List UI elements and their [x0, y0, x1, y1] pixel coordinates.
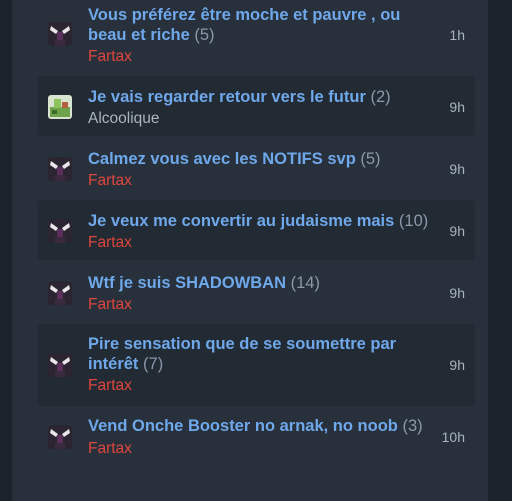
- user-avatar-icon: [48, 219, 72, 243]
- topic-title[interactable]: Je veux me convertir au judaisme mais (1…: [88, 211, 433, 231]
- user-avatar-icon: [48, 353, 72, 377]
- topic-time: 9h: [449, 285, 465, 301]
- user-avatar-icon: [48, 95, 72, 119]
- topic-time: 10h: [441, 429, 465, 445]
- avatar[interactable]: [48, 22, 72, 46]
- topic-row[interactable]: Pire sensation que de se soumettre par i…: [38, 324, 475, 406]
- avatar[interactable]: [48, 353, 72, 377]
- avatar[interactable]: [48, 281, 72, 305]
- user-avatar-icon: [48, 281, 72, 305]
- topic-title[interactable]: Calmez vous avec les NOTIFS svp (5): [88, 149, 433, 169]
- topic-author[interactable]: Fartax: [88, 172, 132, 190]
- topic-title[interactable]: Je vais regarder retour vers le futur (2…: [88, 87, 433, 107]
- topic-row[interactable]: Calmez vous avec les NOTIFS svp (5) Fart…: [38, 138, 475, 198]
- reply-count: (3): [402, 417, 423, 435]
- topic-time: 1h: [449, 27, 465, 43]
- topic-author[interactable]: Alcoolique: [88, 110, 160, 128]
- topic-author[interactable]: Fartax: [88, 48, 132, 66]
- topic-author[interactable]: Fartax: [88, 296, 132, 314]
- topic-author[interactable]: Fartax: [88, 234, 132, 252]
- topic-time: 9h: [449, 357, 465, 373]
- avatar[interactable]: [48, 95, 72, 119]
- reply-count: (5): [194, 26, 215, 44]
- avatar[interactable]: [48, 219, 72, 243]
- topic-row[interactable]: Vend Onche Booster no arnak, no noob (3)…: [38, 406, 475, 470]
- reply-count: (10): [398, 212, 429, 230]
- user-avatar-icon: [48, 22, 72, 46]
- reply-count: (7): [143, 355, 164, 373]
- topic-time: 9h: [449, 161, 465, 177]
- reply-count: (5): [360, 150, 381, 168]
- topic-row[interactable]: Wtf je suis SHADOWBAN (14) Fartax 9h: [38, 262, 475, 322]
- topic-row[interactable]: Je vais regarder retour vers le futur (2…: [38, 76, 475, 136]
- user-avatar-icon: [48, 425, 72, 449]
- topics-panel: Vous préférez être moche et pauvre , ou …: [12, 0, 488, 501]
- reply-count: (2): [370, 88, 391, 106]
- avatar[interactable]: [48, 425, 72, 449]
- topic-row[interactable]: Vous préférez être moche et pauvre , ou …: [38, 0, 475, 74]
- topic-title[interactable]: Vend Onche Booster no arnak, no noob (3): [88, 416, 433, 436]
- topic-time: 9h: [449, 223, 465, 239]
- topic-author[interactable]: Fartax: [88, 440, 132, 458]
- topic-author[interactable]: Fartax: [88, 377, 132, 395]
- topic-row[interactable]: Je veux me convertir au judaisme mais (1…: [38, 200, 475, 260]
- topic-title[interactable]: Vous préférez être moche et pauvre , ou …: [88, 5, 433, 45]
- topic-title[interactable]: Wtf je suis SHADOWBAN (14): [88, 273, 433, 293]
- topic-time: 9h: [449, 99, 465, 115]
- avatar[interactable]: [48, 157, 72, 181]
- reply-count: (14): [290, 274, 320, 292]
- topic-title[interactable]: Pire sensation que de se soumettre par i…: [88, 334, 433, 374]
- user-avatar-icon: [48, 157, 72, 181]
